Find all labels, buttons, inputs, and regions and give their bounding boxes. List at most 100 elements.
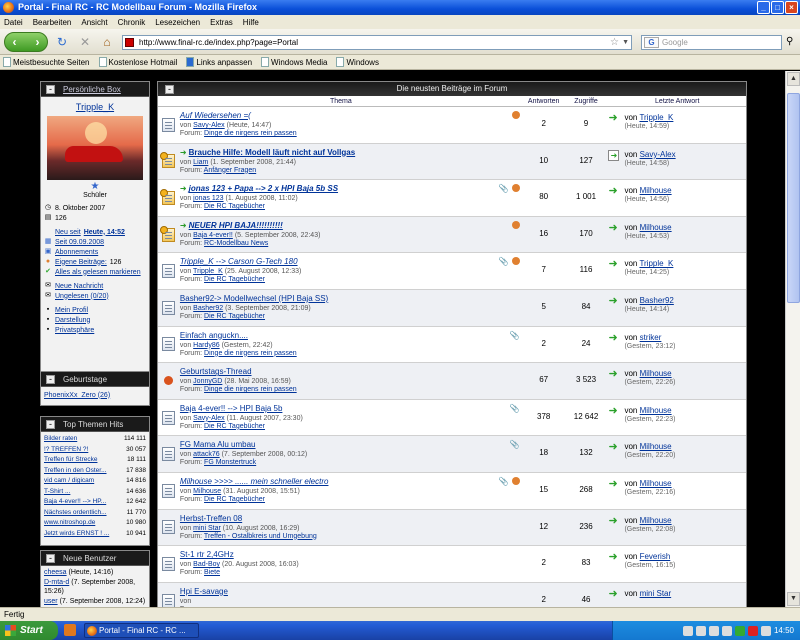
forum-link[interactable]: Anfänger Fragen — [204, 167, 257, 174]
forum-link[interactable]: Die RC Tagebücher — [204, 423, 265, 430]
forum-link[interactable]: Dinge die nirgens rein passen — [204, 130, 297, 137]
start-button[interactable]: Start — [0, 621, 58, 640]
last-post-arrow-icon[interactable]: ➜ — [608, 552, 617, 563]
bookmark-hotmail[interactable]: Kostenlose Hotmail — [98, 57, 177, 67]
last-post-arrow-icon[interactable]: ➜ — [608, 113, 617, 124]
forum-link[interactable]: Die RC Tagebücher — [204, 276, 265, 283]
menu-history[interactable]: Chronik — [118, 18, 146, 27]
new-post-arrow-icon[interactable]: ➜ — [180, 148, 187, 157]
column-last-reply[interactable]: Letzte Antwort — [608, 96, 746, 106]
taskbar-item-firefox[interactable]: Portal - Final RC - RC ... — [84, 623, 199, 638]
birthday-entry[interactable]: PhoenixXx_Zero (26) — [44, 392, 110, 399]
column-topic[interactable]: Thema — [158, 96, 524, 106]
scroll-down-icon[interactable]: ▼ — [787, 592, 800, 606]
tray-network-icon[interactable] — [708, 625, 719, 636]
last-reply-user-link[interactable]: mini Star — [640, 589, 672, 598]
topic-title-link[interactable]: Auf Wiedersehen =( — [180, 111, 251, 120]
last-reply-user-link[interactable]: Tripple_K — [639, 259, 673, 268]
bookmark-windows[interactable]: Windows — [336, 57, 379, 67]
forum-link[interactable]: Biete — [204, 569, 220, 576]
last-reply-user-link[interactable]: Tripple_K — [639, 113, 673, 122]
topic-author-link[interactable]: jonas 123 — [193, 195, 223, 202]
forward-arrow-icon[interactable]: › — [29, 34, 46, 51]
bookmark-most-visited[interactable]: Meistbesuchte Seiten — [3, 57, 90, 67]
search-input[interactable]: G Google — [641, 35, 782, 50]
reload-icon[interactable]: ↻ — [55, 35, 69, 49]
maximize-button[interactable]: □ — [771, 1, 784, 14]
last-reply-user-link[interactable]: Milhouse — [640, 479, 672, 488]
forum-link[interactable]: Dinge die nirgens rein passen — [204, 386, 297, 393]
back-arrow-icon[interactable]: ‹ — [6, 34, 23, 51]
scroll-thumb[interactable] — [787, 93, 800, 303]
topic-title-link[interactable]: NEUER HPI BAJA!!!!!!!!!! — [189, 221, 283, 230]
topic-link[interactable]: !? TREFFEN ?! — [44, 445, 88, 456]
topic-title-link[interactable]: Einfach anguckn.... — [180, 331, 248, 340]
topic-author-link[interactable]: Hardy86 — [193, 342, 219, 349]
topic-link[interactable]: T-Shirt ... — [44, 487, 70, 498]
tray-security-icon[interactable] — [734, 625, 745, 636]
topic-author-link[interactable]: Savy-Alex — [193, 122, 225, 129]
last-reply-user-link[interactable]: Milhouse — [640, 442, 672, 451]
last-reply-user-link[interactable]: Milhouse — [640, 406, 672, 415]
topic-title-link[interactable]: Milhouse >>>> ...... mein schneller elec… — [180, 477, 329, 486]
collapse-icon[interactable]: - — [46, 85, 55, 94]
quick-launch-firefox-icon[interactable] — [64, 624, 76, 636]
topic-link[interactable]: Bilder raten — [44, 434, 77, 445]
bookmark-windows-media[interactable]: Windows Media — [261, 57, 327, 67]
last-reply-user-link[interactable]: Milhouse — [640, 369, 672, 378]
last-reply-user-link[interactable]: Feverish — [640, 552, 671, 561]
last-post-arrow-icon[interactable]: ➜ — [608, 588, 617, 600]
last-reply-user-link[interactable]: Basher92 — [640, 296, 674, 305]
topic-author-link[interactable]: Bad-Boy — [193, 561, 220, 568]
last-post-arrow-icon[interactable]: ➜ — [608, 332, 617, 344]
forum-link[interactable]: RC-Modellbau News — [204, 240, 268, 247]
last-post-arrow-icon[interactable]: ➜ — [608, 222, 617, 234]
personal-box-title[interactable]: Persönliche Box — [63, 85, 121, 94]
vertical-scrollbar[interactable]: ▲ ▼ — [785, 71, 800, 607]
my-profile-link[interactable]: Mein Profil — [55, 307, 88, 314]
bookmark-star-icon[interactable]: ☆ — [610, 36, 619, 49]
topic-author-link[interactable]: Basher92 — [193, 305, 223, 312]
topic-link[interactable]: Treffen für Strecke — [44, 455, 97, 466]
new-since-link[interactable]: Neu seit — [55, 229, 81, 236]
menu-file[interactable]: Datei — [4, 18, 23, 27]
last-post-arrow-icon[interactable]: ➜ — [608, 478, 617, 490]
tray-antivirus-icon[interactable] — [760, 625, 771, 636]
last-post-arrow-icon[interactable]: ➜ — [608, 259, 617, 270]
collapse-icon[interactable]: - — [165, 85, 174, 94]
subscriptions-link[interactable]: Abonnements — [55, 249, 98, 256]
last-reply-user-link[interactable]: striker — [640, 333, 662, 342]
url-dropdown-icon[interactable]: ▼ — [622, 36, 629, 49]
url-bar[interactable]: http://www.final-rc.de/index.php?page=Po… — [122, 35, 632, 50]
last-post-arrow-icon[interactable]: ➜ — [608, 149, 620, 161]
forum-link[interactable]: Die RC Tagebücher — [204, 313, 265, 320]
menu-edit[interactable]: Bearbeiten — [33, 18, 72, 27]
column-replies[interactable]: Antworten — [524, 96, 564, 106]
forum-link[interactable]: Treffen - Ostalbkreis und Umgebung — [204, 533, 317, 540]
menu-help[interactable]: Hilfe — [243, 18, 259, 27]
collapse-icon[interactable]: - — [46, 375, 55, 384]
new-message-link[interactable]: Neue Nachricht — [55, 283, 103, 290]
last-reply-user-link[interactable]: Milhouse — [640, 186, 672, 195]
topic-author-link[interactable]: Liam — [193, 159, 208, 166]
own-posts-link[interactable]: Eigene Beiträge: — [55, 259, 107, 266]
topic-title-link[interactable]: Brauche Hilfe: Modell läuft nicht auf Vo… — [189, 148, 356, 157]
menu-bookmarks[interactable]: Lesezeichen — [155, 18, 200, 27]
user-link[interactable]: cheesa — [44, 569, 67, 576]
last-reply-user-link[interactable]: Milhouse — [640, 223, 672, 232]
topic-link[interactable]: Nächstes ordentlich... — [44, 508, 107, 519]
topic-author-link[interactable]: attack76 — [193, 451, 219, 458]
user-link[interactable]: D-mta-d — [44, 579, 69, 586]
new-since-today[interactable]: Heute, 14:52 — [84, 229, 125, 236]
new-post-arrow-icon[interactable]: ➜ — [180, 221, 187, 230]
topic-link[interactable]: Jetzt wirds ERNST ! ... — [44, 529, 109, 540]
menu-view[interactable]: Ansicht — [81, 18, 107, 27]
column-views[interactable]: Zugriffe — [564, 96, 609, 106]
user-link[interactable]: user — [44, 598, 58, 605]
last-reply-user-link[interactable]: Savy-Alex — [640, 150, 676, 159]
topic-title-link[interactable]: Tripple_K --> Carson G-Tech 180 — [180, 257, 298, 266]
topic-author-link[interactable]: JonnyGD — [193, 378, 222, 385]
tray-alert-icon[interactable] — [747, 625, 758, 636]
forum-link[interactable]: FG Monstertruck — [204, 459, 256, 466]
home-icon[interactable]: ⌂ — [100, 35, 114, 49]
